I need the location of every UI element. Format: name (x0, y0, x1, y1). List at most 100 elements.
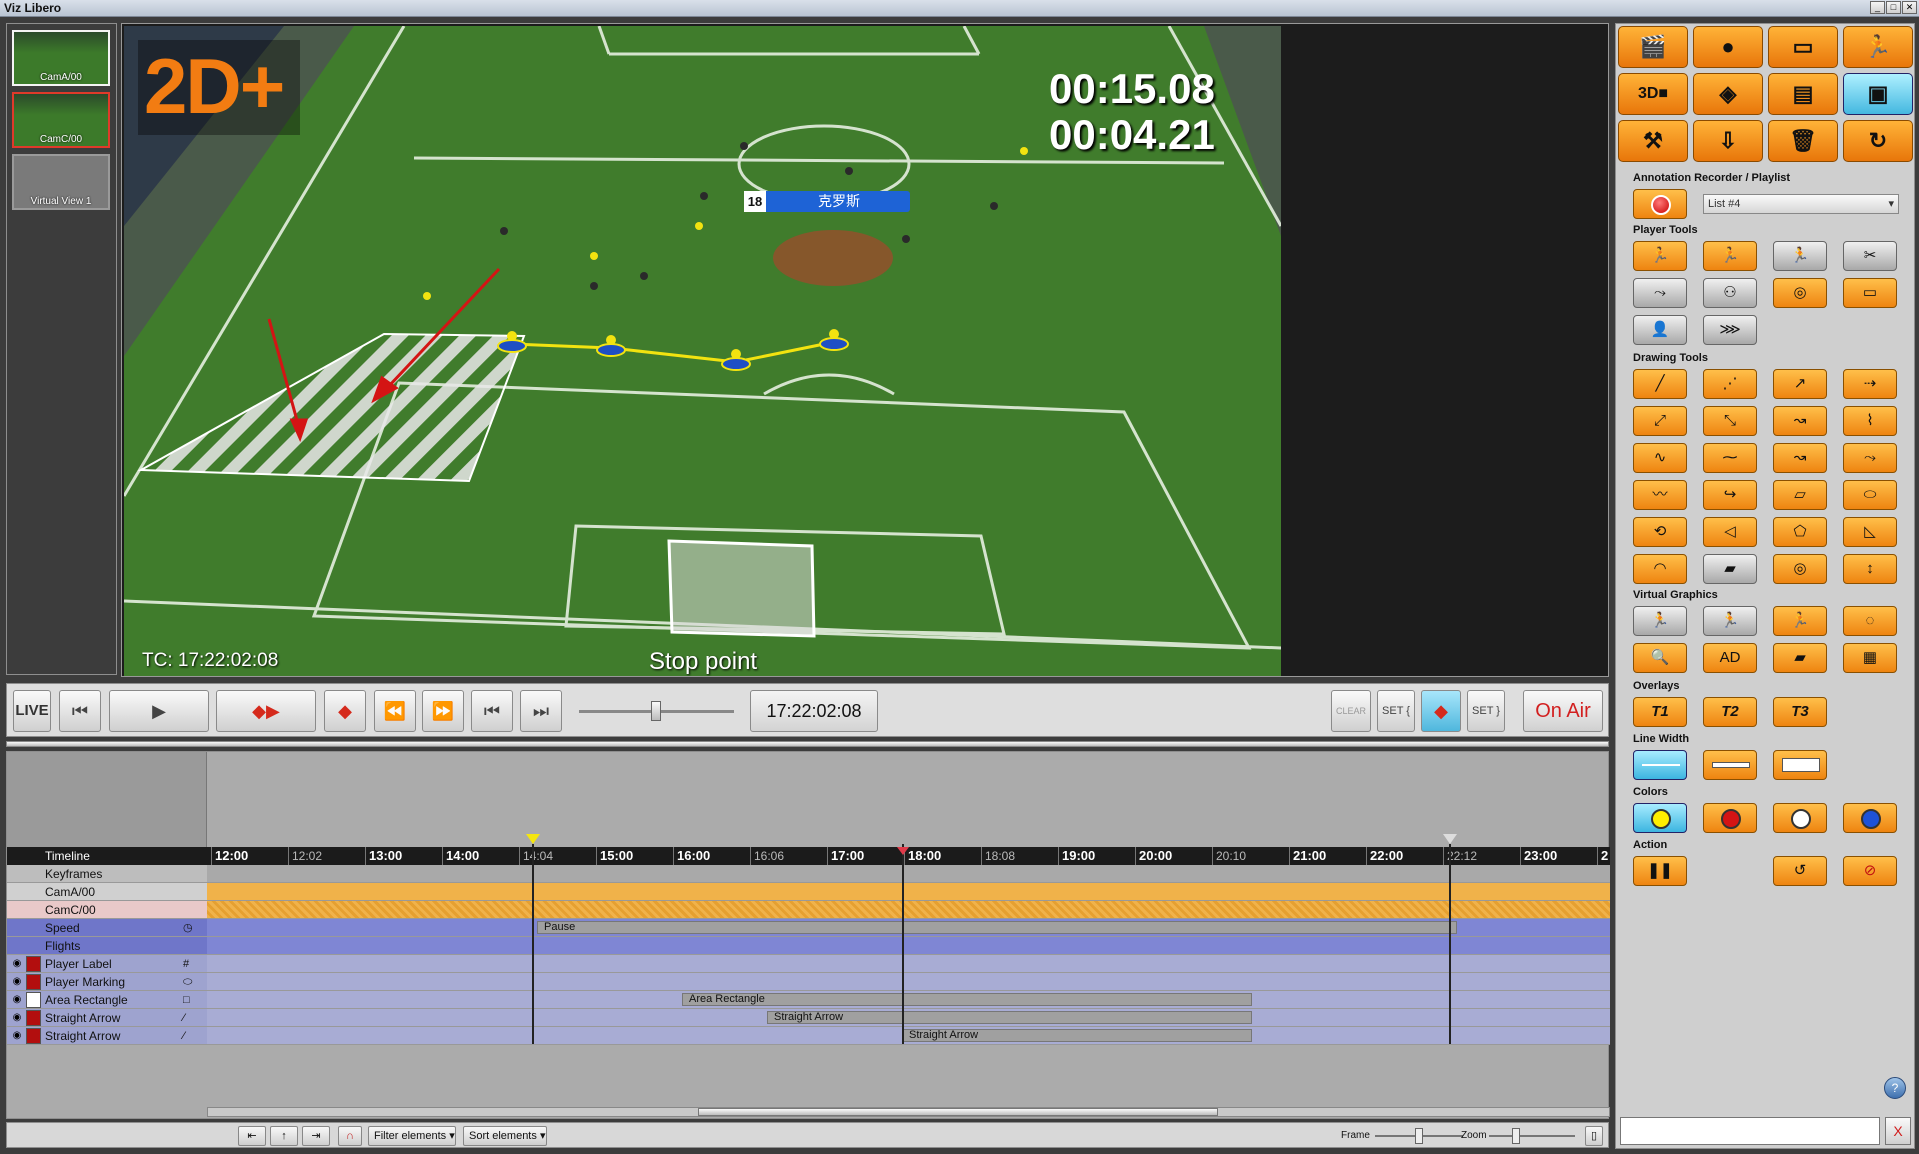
colors-button[interactable]: ● (1693, 26, 1763, 68)
track-lane[interactable] (207, 901, 1610, 919)
visibility-eye-icon[interactable]: ◉ (11, 1030, 23, 1042)
visibility-eye-icon[interactable]: ◉ (11, 976, 23, 988)
set-out-button[interactable]: SET } (1467, 690, 1505, 732)
player-button[interactable]: 🏃 (1843, 26, 1913, 68)
line-width-medium-button[interactable] (1703, 750, 1757, 780)
3d-camera-button[interactable]: 3D■ (1618, 73, 1688, 115)
track-color-swatch[interactable] (26, 1028, 41, 1044)
timeline-element-bar[interactable]: Straight Arrow (767, 1011, 1252, 1024)
track-lane[interactable] (207, 865, 1610, 883)
dotted-curve-button[interactable]: ⁓ (1703, 443, 1757, 473)
jump-start-button[interactable]: ⏮ (59, 690, 101, 732)
height-button[interactable]: ↕ (1843, 554, 1897, 584)
track-lane[interactable] (207, 883, 1610, 901)
trash-button[interactable]: 🗑 (1768, 120, 1838, 162)
track-label[interactable]: Keyframes (7, 865, 207, 883)
scrollbar-thumb[interactable] (698, 1108, 1218, 1116)
track-lane[interactable] (207, 937, 1610, 955)
fit-button[interactable]: ▯ (1585, 1126, 1603, 1146)
fast-forward-button[interactable]: ⏩ (422, 690, 464, 732)
line-button[interactable]: ╱ (1633, 369, 1687, 399)
magnifier-button[interactable]: 🔍 (1633, 643, 1687, 673)
ellipse-button[interactable]: ⬭ (1843, 480, 1897, 510)
frame-slider-handle[interactable] (1415, 1128, 1423, 1144)
timeline-row[interactable]: ◉ Player Marking ⬭ (7, 973, 1610, 991)
track-label[interactable]: ◉ Area Rectangle □ (7, 991, 207, 1009)
previous-frame-button[interactable]: ⏮ (471, 690, 513, 732)
record-button[interactable] (1633, 189, 1687, 219)
zigzag-line-button[interactable]: ⌇ (1843, 406, 1897, 436)
dashed-line-button[interactable]: ⋰ (1703, 369, 1757, 399)
track-label[interactable]: ◉ Straight Arrow ⁄ (7, 1027, 207, 1045)
timeline-element-bar[interactable]: Area Rectangle (682, 993, 1252, 1006)
track-label[interactable]: Speed ◷ (7, 919, 207, 937)
track-color-swatch[interactable] (26, 956, 41, 972)
wave-button[interactable]: 〰 (1633, 480, 1687, 510)
color-blue-button[interactable] (1843, 803, 1897, 833)
clear-search-button[interactable]: X (1885, 1117, 1911, 1145)
set-in-button[interactable]: SET { (1377, 690, 1415, 732)
player-trail-button[interactable]: ⋙ (1703, 315, 1757, 345)
player-ghost-button[interactable]: 👤 (1633, 315, 1687, 345)
dotted-curve-arrow-button[interactable]: ⤳ (1843, 443, 1897, 473)
refresh-button[interactable]: ↻ (1843, 120, 1913, 162)
line-width-thin-button[interactable] (1633, 750, 1687, 780)
settings-button[interactable]: ⚒ (1618, 120, 1688, 162)
export-button[interactable]: ⇩ (1693, 120, 1763, 162)
clear-button[interactable]: CLEAR (1331, 690, 1371, 732)
track-lane[interactable] (207, 973, 1610, 991)
timeline-row[interactable]: Flights (7, 937, 1610, 955)
triangle-button[interactable]: ◁ (1703, 517, 1757, 547)
curve-button[interactable]: ∿ (1633, 443, 1687, 473)
move-right-button[interactable]: ⇥ (302, 1126, 330, 1146)
player-highlight-button[interactable]: 🏃 (1633, 241, 1687, 271)
film-button[interactable]: ▤ (1768, 73, 1838, 115)
timeline-row[interactable]: CamA/00 (7, 883, 1610, 901)
move-left-button[interactable]: ⇤ (238, 1126, 266, 1146)
track-lane[interactable] (207, 955, 1610, 973)
line-width-thick-button[interactable] (1773, 750, 1827, 780)
out-marker[interactable] (1443, 834, 1457, 844)
set-annotation-button[interactable]: ◆ (1421, 690, 1461, 732)
video-frame[interactable]: 18 克罗斯 2D+ 00:15.08 00:04.21 TC: 17:22:0… (124, 26, 1281, 676)
close-button[interactable]: ✕ (1902, 1, 1917, 14)
layers-button[interactable]: ◈ (1693, 73, 1763, 115)
play-button[interactable]: ▶ (109, 690, 209, 732)
timeline-scrollbar[interactable] (207, 1107, 1610, 1117)
timeline-row[interactable]: ◉ Straight Arrow ⁄ (7, 1027, 1610, 1045)
ad-button[interactable]: AD (1703, 643, 1757, 673)
cone-button[interactable]: ◺ (1843, 517, 1897, 547)
player-group-button[interactable]: ⚇ (1703, 278, 1757, 308)
player-cut-button[interactable]: ✂ (1843, 241, 1897, 271)
dashed-arrow-button[interactable]: ⇢ (1843, 369, 1897, 399)
track-label[interactable]: CamA/00 (7, 883, 207, 901)
vg-ring-button[interactable]: ◌ (1843, 606, 1897, 636)
arc-button[interactable]: ◠ (1633, 554, 1687, 584)
bent-arrow-button[interactable]: ↪ (1703, 480, 1757, 510)
thumbnail-virtual-view[interactable]: Virtual View 1 (12, 154, 110, 210)
vg-player-cutout-button[interactable]: 🏃 (1633, 606, 1687, 636)
plane-button[interactable]: ▰ (1703, 554, 1757, 584)
zigzag-arrow-button[interactable]: ↝ (1773, 406, 1827, 436)
thumbnail-camc[interactable]: CamC/00 (12, 92, 110, 148)
monitor-button[interactable]: ▣ (1843, 73, 1913, 115)
visibility-eye-icon[interactable]: ◉ (11, 1012, 23, 1024)
live-button[interactable]: LIVE (13, 690, 51, 732)
play-annotation-button[interactable]: ◆▶ (216, 690, 316, 732)
polygon-button[interactable]: ⬠ (1773, 517, 1827, 547)
playlist-dropdown[interactable]: List #4 ▾ (1703, 194, 1899, 214)
player-run-button[interactable]: 🏃 (1703, 241, 1757, 271)
overlay-t3-button[interactable]: T3 (1773, 697, 1827, 727)
player-name-button[interactable]: ▭ (1843, 278, 1897, 308)
dotted-double-arrow-button[interactable]: ⤡ (1703, 406, 1757, 436)
track-label[interactable]: ◉ Player Label # (7, 955, 207, 973)
move-up-button[interactable]: ↑ (270, 1126, 298, 1146)
visibility-eye-icon[interactable]: ◉ (11, 994, 23, 1006)
vg-player-red-button[interactable]: 🏃 (1703, 606, 1757, 636)
track-label[interactable]: ◉ Player Marking ⬭ (7, 973, 207, 991)
color-red-button[interactable] (1703, 803, 1757, 833)
visibility-eye-icon[interactable]: ◉ (11, 958, 23, 970)
color-yellow-button[interactable] (1633, 803, 1687, 833)
sort-elements-dropdown[interactable]: Sort elements ▾ (463, 1126, 547, 1146)
timeline-element-bar[interactable]: Pause (537, 921, 1457, 934)
